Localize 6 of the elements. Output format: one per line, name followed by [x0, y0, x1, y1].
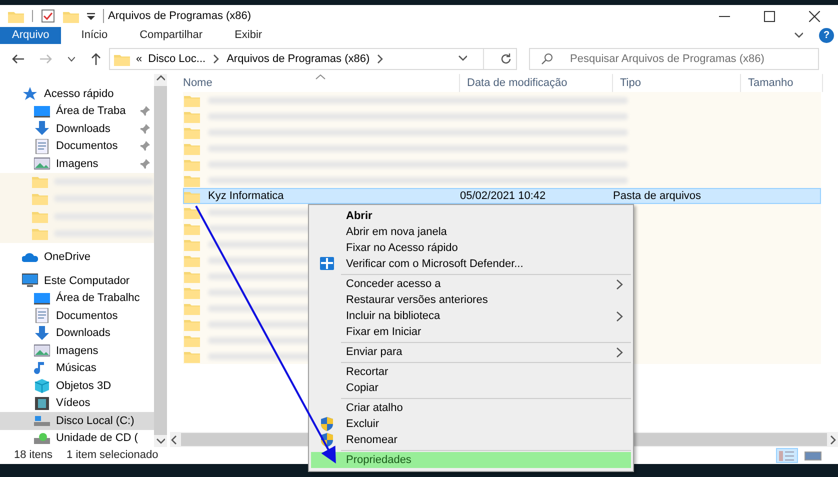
file-name: Kyz Informatica [208, 188, 284, 204]
selection-count: 1 item selecionado [66, 448, 158, 464]
window-title: Arquivos de Programas (x86) [108, 8, 252, 24]
file-type: Pasta de arquivos [613, 188, 702, 204]
modified-date: 05/02/2021 10:42 [460, 188, 547, 204]
item-count: 18 itens [14, 448, 53, 464]
